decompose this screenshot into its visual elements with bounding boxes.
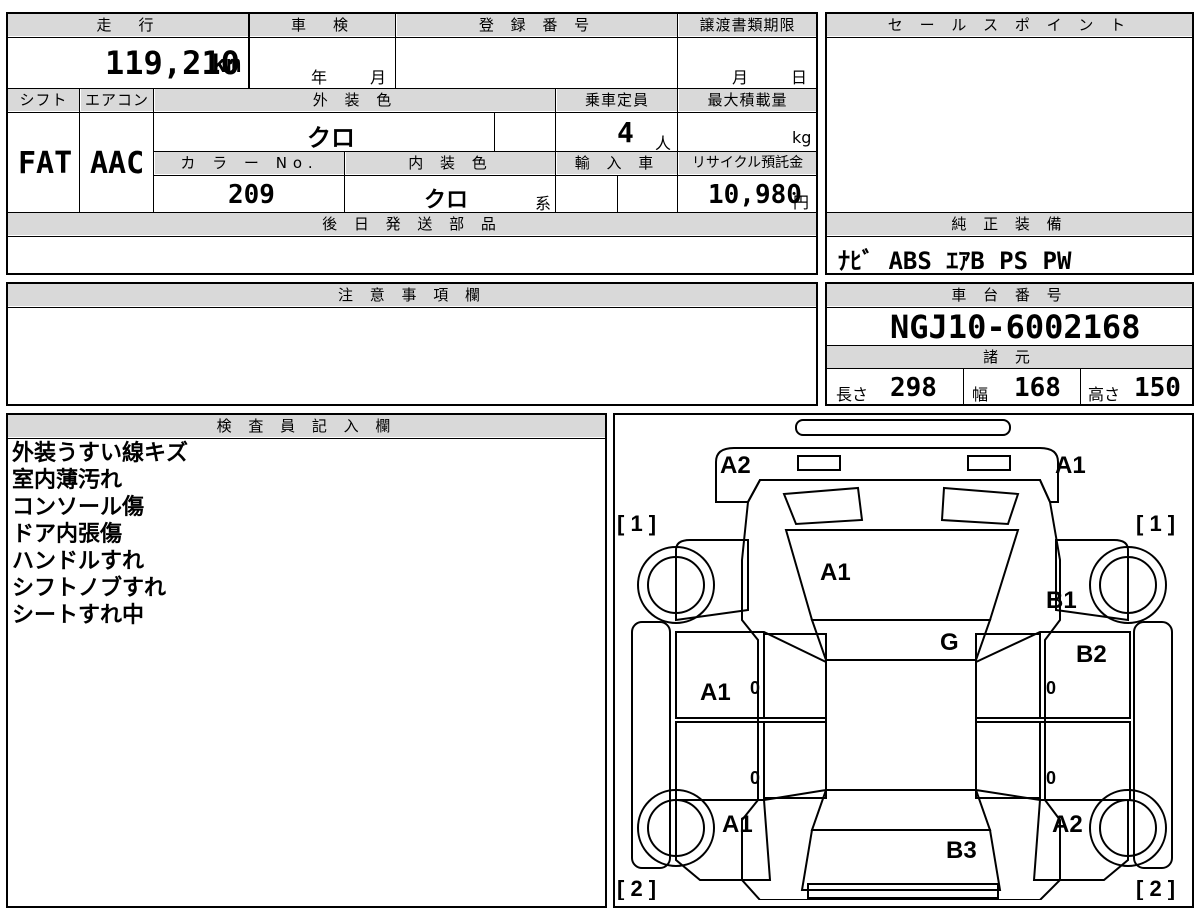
- zero-left-rear: 0: [750, 768, 760, 788]
- mark-left-front-door: A1: [700, 679, 731, 706]
- bracket-bottom-left: [ 2 ]: [617, 876, 656, 900]
- car-diagram: A2 A1 A1 B1 G B2 A1 A1 A2 B3 [ 1 ] [ 1 ]…: [617, 419, 1175, 900]
- right-front-door: [975, 631, 1131, 719]
- rear-glass: [810, 789, 992, 831]
- right-rear-door: [975, 721, 1131, 801]
- mark-a1-top-right: A1: [1055, 452, 1086, 479]
- mark-hood: A1: [820, 559, 851, 586]
- left-front-door: [675, 631, 827, 719]
- zero-right-front: 0: [1046, 678, 1056, 698]
- bracket-bottom-right: [ 2 ]: [1136, 876, 1175, 900]
- windshield: [810, 619, 992, 661]
- bracket-top-right: [ 1 ]: [1136, 511, 1175, 536]
- headlight-right: [967, 455, 1011, 471]
- mark-front-right-fender: B1: [1046, 587, 1077, 614]
- right-door-handle-rear: [975, 721, 1041, 799]
- mark-right-rear-quarter: A2: [1052, 811, 1083, 838]
- mark-right-front-door: B2: [1076, 641, 1107, 668]
- bracket-top-left: [ 1 ]: [617, 511, 656, 536]
- vent-right: [940, 486, 1020, 526]
- headlight-left: [797, 455, 841, 471]
- mark-a2-top-left: A2: [720, 452, 751, 479]
- front-bumper: [795, 419, 1011, 436]
- left-door-handle-rear: [763, 721, 827, 799]
- mark-left-rear-quarter: A1: [722, 811, 753, 838]
- mark-rear-gate: B3: [946, 837, 977, 864]
- zero-right-rear: 0: [1046, 768, 1056, 788]
- left-rear-door: [675, 721, 827, 801]
- vent-left: [782, 486, 864, 526]
- mark-windshield: G: [940, 629, 959, 656]
- roof: [825, 659, 977, 791]
- zero-left-front: 0: [750, 678, 760, 698]
- left-front-fender: [675, 539, 749, 622]
